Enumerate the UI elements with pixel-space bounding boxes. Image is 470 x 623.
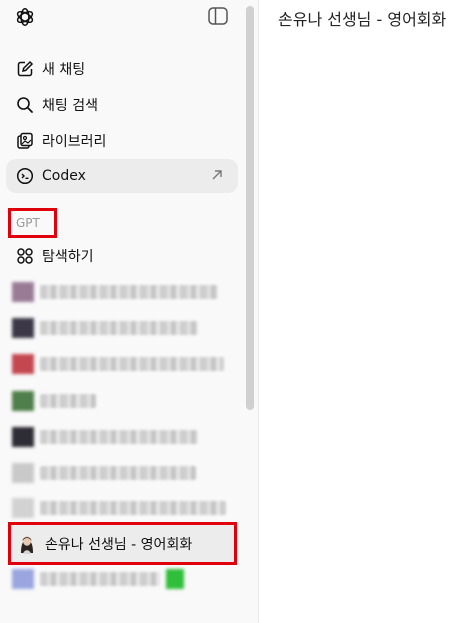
gpt-avatar: [12, 318, 34, 338]
gpt-list-item[interactable]: [12, 281, 218, 303]
selected-gpt-item[interactable]: 손유나 선생님 - 영어회화: [8, 522, 237, 565]
redacted-label: [40, 357, 224, 371]
codex-icon: [16, 167, 34, 185]
gpt-list-item[interactable]: [12, 426, 198, 448]
gpt-avatar: [12, 391, 34, 411]
sidebar-scrollbar[interactable]: [246, 6, 254, 410]
gpt-section-label: GPT: [8, 208, 57, 238]
gpt-list-item[interactable]: [12, 568, 190, 590]
new-chat-label: 새 채팅: [42, 62, 86, 78]
codex-label: Codex: [42, 168, 86, 184]
gpt-avatar: [12, 569, 34, 589]
gpt-list-item[interactable]: [12, 317, 198, 339]
chatgpt-logo-icon[interactable]: [14, 6, 36, 28]
redacted-badge: [166, 569, 184, 589]
library-icon: [16, 132, 34, 150]
gpt-avatar: [12, 354, 34, 374]
edit-icon: [16, 60, 34, 78]
gpt-avatar: [12, 427, 34, 447]
search-chats-label: 채팅 검색: [42, 98, 98, 114]
teacher-avatar-icon: [21, 535, 33, 554]
explore-label: 탐색하기: [42, 249, 94, 265]
explore-gpts-button[interactable]: 탐색하기: [6, 239, 238, 273]
redacted-label: [40, 466, 196, 480]
library-label: 라이브러리: [42, 134, 107, 150]
sidebar: 새 채팅 채팅 검색 라이브러리 Codex GPT 탐색하기 손유나 선생님 …: [0, 0, 259, 623]
gpt-avatar: [12, 463, 34, 483]
gpt-avatar: [12, 282, 34, 302]
external-arrow-icon: [212, 170, 222, 180]
page-title: 손유나 선생님 - 영어회화: [278, 10, 447, 29]
codex-button[interactable]: Codex: [6, 159, 238, 193]
search-chats-button[interactable]: 채팅 검색: [6, 88, 238, 122]
redacted-label: [40, 394, 96, 408]
gpt-list-item[interactable]: [12, 390, 96, 412]
gpt-avatar: [12, 498, 34, 518]
redacted-label: [40, 285, 218, 299]
gpt-list-item[interactable]: [12, 497, 226, 519]
selected-gpt-label: 손유나 선생님 - 영어회화: [45, 536, 193, 553]
redacted-label: [40, 430, 198, 444]
grid-icon: [16, 247, 34, 265]
sidebar-toggle-icon[interactable]: [208, 7, 228, 25]
library-button[interactable]: 라이브러리: [6, 124, 238, 158]
redacted-label: [40, 501, 226, 515]
new-chat-button[interactable]: 새 채팅: [6, 52, 238, 86]
gpt-list-item[interactable]: [12, 353, 224, 375]
redacted-label: [40, 572, 160, 586]
redacted-label: [40, 321, 198, 335]
search-icon: [16, 96, 34, 114]
gpt-list-item[interactable]: [12, 462, 196, 484]
